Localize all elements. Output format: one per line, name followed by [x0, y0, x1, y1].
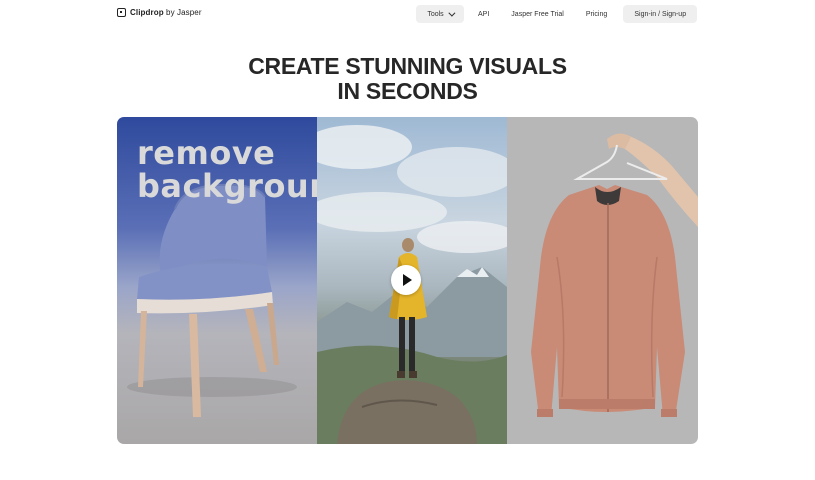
sign-in-button[interactable]: Sign-in / Sign-up: [623, 5, 698, 23]
tools-menu-button[interactable]: Tools: [416, 5, 464, 23]
overlay-line-2: background: [137, 167, 317, 205]
pricing-link[interactable]: Pricing: [586, 5, 607, 23]
hero-video[interactable]: remove background: [117, 117, 698, 444]
play-icon[interactable]: [391, 265, 421, 295]
logo-text: Clipdrop by Jasper: [130, 8, 202, 17]
headline-line-2: IN SECONDS: [337, 78, 478, 104]
page-headline: CREATE STUNNING VISUALS IN SECONDS: [0, 54, 815, 104]
hero-panel-chair: remove background: [117, 117, 317, 444]
headline-line-1: CREATE STUNNING VISUALS: [248, 53, 567, 79]
api-link[interactable]: API: [478, 5, 489, 23]
chevron-down-icon: [448, 9, 456, 17]
nav-links: Tools API Jasper Free Trial Pricing Sign…: [416, 5, 698, 23]
tools-label: Tools: [427, 10, 444, 18]
jasper-free-trial-link[interactable]: Jasper Free Trial: [511, 5, 564, 23]
overlay-line-1: remove: [137, 134, 276, 172]
remove-background-overlay: remove background: [137, 137, 317, 203]
top-nav: Clipdrop by Jasper Tools API Jasper Free…: [0, 0, 815, 28]
hero-panel-jacket: [507, 117, 698, 444]
clipdrop-logo-icon: [117, 8, 126, 17]
jacket-illustration: [531, 133, 698, 417]
clipdrop-logo[interactable]: Clipdrop by Jasper: [117, 8, 202, 17]
